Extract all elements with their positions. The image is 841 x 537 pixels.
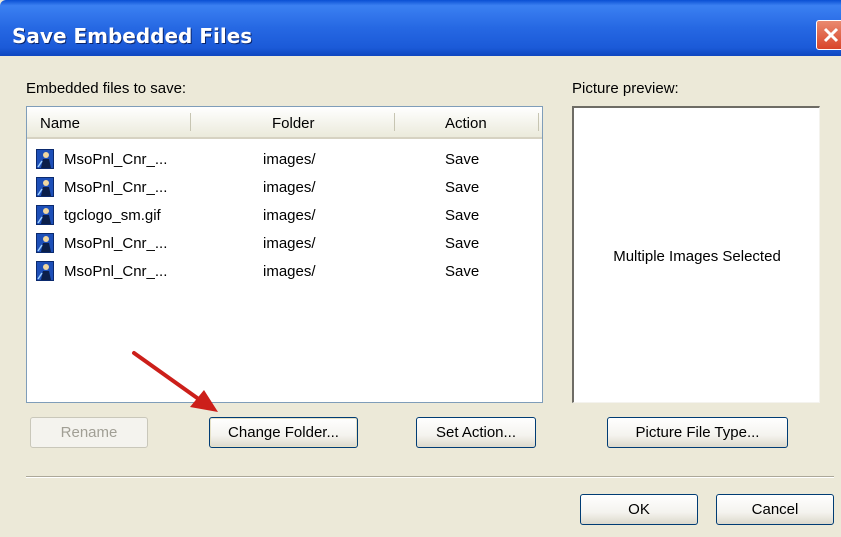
close-button[interactable]: [816, 20, 841, 50]
file-row[interactable]: MsoPnl_Cnr_... images/ Save: [27, 145, 542, 173]
preview-message: Multiple Images Selected: [613, 248, 781, 265]
file-folder: images/: [263, 207, 316, 224]
embedded-files-list[interactable]: Name Folder Action MsoPnl_Cnr_... images…: [26, 106, 543, 403]
image-file-icon: [36, 261, 54, 281]
file-action: Save: [445, 263, 480, 280]
file-name: MsoPnl_Cnr_...: [64, 151, 168, 168]
close-icon: [823, 27, 839, 43]
set-action-button[interactable]: Set Action...: [416, 417, 536, 448]
file-row[interactable]: MsoPnl_Cnr_... images/ Save: [27, 173, 542, 201]
file-name: tgclogo_sm.gif: [64, 207, 161, 224]
file-action: Save: [445, 151, 480, 168]
image-file-icon: [36, 149, 54, 169]
file-name: MsoPnl_Cnr_...: [64, 263, 168, 280]
ok-button[interactable]: OK: [580, 494, 698, 525]
embedded-files-label: Embedded files to save:: [26, 80, 187, 97]
picture-preview-pane: Multiple Images Selected: [572, 106, 820, 403]
file-name: MsoPnl_Cnr_...: [64, 235, 168, 252]
window-title: Save Embedded Files: [12, 24, 253, 48]
list-header: Name Folder Action: [27, 107, 542, 139]
column-header-action[interactable]: Action: [445, 115, 487, 132]
file-folder: images/: [263, 263, 316, 280]
file-action: Save: [445, 179, 480, 196]
image-file-icon: [36, 233, 54, 253]
column-header-name[interactable]: Name: [40, 115, 80, 132]
column-divider[interactable]: [394, 113, 395, 131]
save-embedded-files-dialog: Save Embedded Files Embedded files to sa…: [0, 0, 841, 537]
cancel-button[interactable]: Cancel: [716, 494, 834, 525]
change-folder-button[interactable]: Change Folder...: [209, 417, 358, 448]
column-header-folder[interactable]: Folder: [272, 115, 315, 132]
picture-file-type-button[interactable]: Picture File Type...: [607, 417, 788, 448]
file-folder: images/: [263, 151, 316, 168]
rename-button[interactable]: Rename: [30, 417, 148, 448]
column-divider[interactable]: [190, 113, 191, 131]
image-file-icon: [36, 205, 54, 225]
image-file-icon: [36, 177, 54, 197]
file-folder: images/: [263, 235, 316, 252]
file-action: Save: [445, 207, 480, 224]
file-action: Save: [445, 235, 480, 252]
divider-line: [26, 476, 834, 478]
title-bar[interactable]: Save Embedded Files: [0, 0, 841, 56]
file-row[interactable]: MsoPnl_Cnr_... images/ Save: [27, 229, 542, 257]
file-name: MsoPnl_Cnr_...: [64, 179, 168, 196]
file-folder: images/: [263, 179, 316, 196]
picture-preview-label: Picture preview:: [572, 80, 679, 97]
file-row[interactable]: MsoPnl_Cnr_... images/ Save: [27, 257, 542, 285]
file-row[interactable]: tgclogo_sm.gif images/ Save: [27, 201, 542, 229]
column-divider[interactable]: [538, 113, 539, 131]
